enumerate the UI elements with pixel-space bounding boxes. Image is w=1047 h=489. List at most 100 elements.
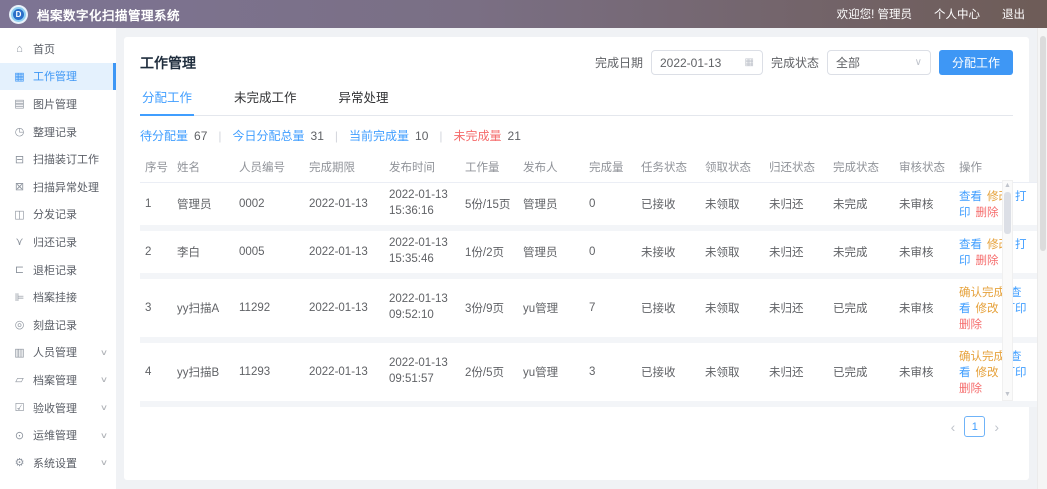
tab-2[interactable]: 异常处理 [337,87,391,115]
sidebar-item-7[interactable]: ⋎ 归还记录 [0,228,116,256]
cell-completed: 0 [584,228,636,276]
page-scrollbar-thumb[interactable] [1040,36,1046,251]
scroll-down-icon[interactable]: ▼ [1004,390,1011,400]
logo-letter: D [11,7,26,22]
tab-1[interactable]: 未完成工作 [232,87,299,115]
action-confirm-complete-link[interactable]: 确认完成 [959,287,1005,299]
cell-complete_status: 已完成 [828,340,894,404]
sidebar-item-15[interactable]: ⚙ 系统设置 ∨ [0,449,116,477]
header-user-menu: 欢迎您! 管理员 个人中心 退出 [837,6,1047,22]
operations-management-icon: ⊙ [13,429,26,442]
sidebar-item-label: 整理记录 [33,124,77,140]
column-header: 归还状态 [764,153,828,183]
logout-link[interactable]: 退出 [1002,6,1025,22]
stat-label: 未完成量 [454,127,502,144]
action-delete-link[interactable]: 删除 [976,255,999,267]
page-scrollbar[interactable] [1037,28,1047,489]
chevron-down-icon: ∨ [100,348,108,357]
cell-audit_status: 未审核 [894,228,954,276]
cell-deadline: 2022-01-13 [304,340,384,404]
sidebar-item-4[interactable]: ⊟ 扫描装订工作 [0,145,116,173]
work-management-card: 工作管理 完成日期 2022-01-13 ▦ 完成状态 全部 ∨ 分配工作 分配… [124,37,1029,480]
scan-exception-icon: ⊠ [13,180,26,193]
action-confirm-complete-link[interactable]: 确认完成 [959,351,1005,363]
action-delete-link[interactable]: 删除 [959,319,982,331]
status-value: 全部 [836,54,860,71]
action-edit-link[interactable]: 修改 [976,367,999,379]
cell-task_status: 已接收 [636,183,700,229]
stat-value: 31 [311,129,324,143]
sidebar-item-13[interactable]: ☑ 验收管理 ∨ [0,394,116,422]
tab-0[interactable]: 分配工作 [140,87,194,115]
sidebar-item-8[interactable]: ⊏ 退柜记录 [0,256,116,284]
cabinet-return-records-icon: ⊏ [13,263,26,276]
table-row: 2李白00052022-01-132022-01-1315:35:461份/2页… [140,228,1042,276]
table-scrollbar[interactable]: ▲ ▼ [1002,180,1013,401]
sidebar-item-label: 工作管理 [33,68,77,84]
chevron-down-icon: ∨ [100,403,108,412]
cell-completed: 7 [584,276,636,340]
profile-link[interactable]: 个人中心 [934,6,980,22]
sidebar-item-5[interactable]: ⊠ 扫描异常处理 [0,173,116,201]
sidebar-item-1[interactable]: ▦ 工作管理 [0,63,116,91]
stat-separator: | [218,129,221,143]
table-scrollbar-thumb[interactable] [1004,192,1011,234]
return-records-icon: ⋎ [13,235,26,248]
action-view-link[interactable]: 查看 [959,239,982,251]
cell-seq: 1 [140,183,172,229]
chevron-down-icon: ∨ [100,458,108,467]
cell-publish-time: 2022-01-1309:51:57 [384,340,460,404]
column-header: 任务状态 [636,153,700,183]
cell-publisher: yu管理 [518,276,584,340]
sidebar-item-label: 扫描异常处理 [33,179,99,195]
app-title: 档案数字化扫描管理系统 [37,5,180,24]
prev-page-button[interactable]: ‹ [951,420,956,434]
action-view-link[interactable]: 查看 [959,191,982,203]
sidebar-item-label: 扫描装订工作 [33,151,99,167]
cell-return_status: 未归还 [764,340,828,404]
stats-bar: 待分配量67|今日分配总量31|当前完成量10|未完成量21 [140,127,1013,144]
pagination: ‹ 1 › [140,416,1013,437]
completion-date-input[interactable]: 2022-01-13 ▦ [651,50,763,75]
sidebar-item-0[interactable]: ⌂ 首页 [0,35,116,63]
cell-deadline: 2022-01-13 [304,228,384,276]
page-title: 工作管理 [140,53,196,73]
sidebar-item-9[interactable]: ⊫ 档案挂接 [0,283,116,311]
app-header: D 档案数字化扫描管理系统 欢迎您! 管理员 个人中心 退出 [0,0,1047,28]
organize-records-icon: ◷ [13,125,26,138]
scroll-up-icon[interactable]: ▲ [1004,181,1011,191]
column-header: 发布时间 [384,153,460,183]
sidebar-item-label: 档案挂接 [33,289,77,305]
assign-work-button[interactable]: 分配工作 [939,50,1013,75]
cell-audit_status: 未审核 [894,276,954,340]
action-edit-link[interactable]: 修改 [976,303,999,315]
action-delete-link[interactable]: 删除 [976,207,999,219]
stat-label: 今日分配总量 [233,127,305,144]
app-logo-icon: D [9,5,28,24]
work-table-wrap: 序号姓名人员编号完成期限发布时间工作量发布人完成量任务状态领取状态归还状态完成状… [140,153,1013,407]
chevron-down-icon: ∨ [907,57,922,68]
stat-value: 10 [415,129,428,143]
cell-return_status: 未归还 [764,183,828,229]
sidebar-item-3[interactable]: ◷ 整理记录 [0,118,116,146]
cell-person_id: 11292 [234,276,304,340]
chevron-down-icon: ∨ [100,431,108,440]
sidebar-item-6[interactable]: ◫ 分发记录 [0,201,116,229]
sidebar-item-2[interactable]: ▤ 图片管理 [0,90,116,118]
sidebar-item-11[interactable]: ▥ 人员管理 ∨ [0,339,116,367]
next-page-button[interactable]: › [994,420,999,434]
system-settings-icon: ⚙ [13,456,26,469]
page-1-button[interactable]: 1 [964,416,985,437]
cell-publisher: 管理员 [518,228,584,276]
completion-status-select[interactable]: 全部 ∨ [827,50,931,75]
cell-person_id: 11293 [234,340,304,404]
cell-receive_status: 未领取 [700,276,764,340]
welcome-text: 欢迎您! 管理员 [837,6,912,22]
cell-actions: 查看修改打印删除 [954,228,1042,276]
sidebar-item-10[interactable]: ◎ 刻盘记录 [0,311,116,339]
sidebar-item-14[interactable]: ⊙ 运维管理 ∨ [0,421,116,449]
cell-seq: 4 [140,340,172,404]
stat-separator: | [439,129,442,143]
action-delete-link[interactable]: 删除 [959,383,982,395]
sidebar-item-12[interactable]: ▱ 档案管理 ∨ [0,366,116,394]
